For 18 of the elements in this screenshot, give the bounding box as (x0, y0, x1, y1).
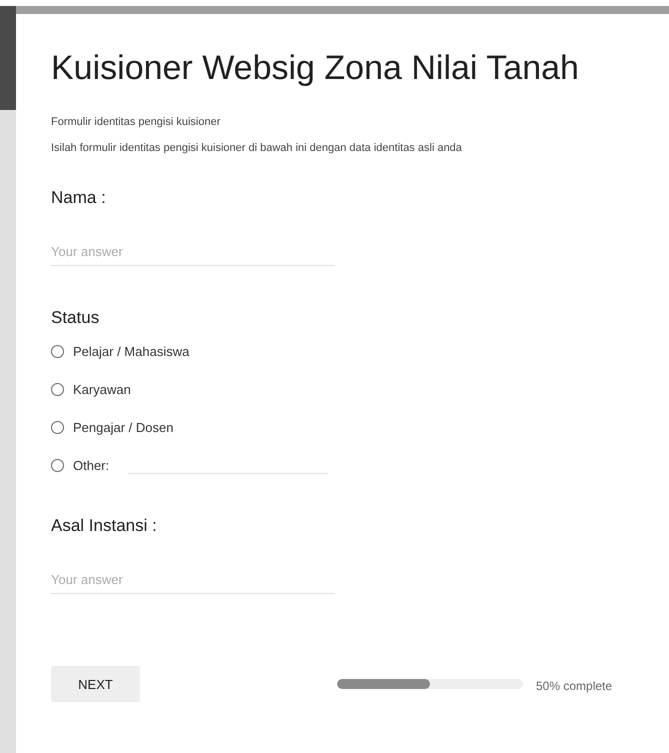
option-label: Other: (73, 458, 110, 472)
progress-text: 50% complete (536, 679, 612, 693)
question-label: Status (51, 308, 100, 328)
option-label: Karyawan (73, 382, 131, 396)
option-label: Pengajar / Dosen (73, 420, 174, 434)
next-button[interactable]: NEXT (51, 666, 140, 702)
question-label: Nama : (51, 188, 107, 208)
section-description: Isilah formulir identitas pengisi kuisioner di bawah ini dengan data identitas asli anda (51, 142, 463, 154)
option-label: Pelajar / Mahasiswa (73, 344, 190, 358)
answer-field[interactable]: Your answer (51, 566, 335, 594)
radio-button[interactable] (51, 420, 64, 434)
radio-button[interactable] (51, 382, 64, 396)
section-title: Formulir identitas pengisi kuisioner (51, 116, 222, 128)
question-label: Asal Instansi : (51, 516, 158, 536)
form-title: Kuisioner Websig Zona Nilai Tanah (51, 48, 580, 89)
answer-field[interactable]: Your answer (51, 238, 335, 266)
radio-button[interactable] (51, 458, 64, 472)
radio-button[interactable] (51, 344, 64, 358)
